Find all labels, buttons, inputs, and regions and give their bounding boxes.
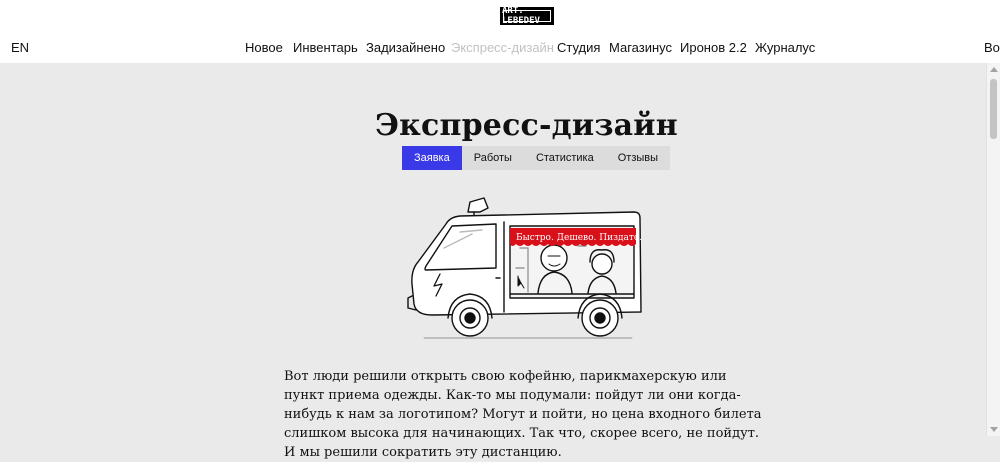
tab-request[interactable]: Заявка [402,146,462,170]
main-nav: Новое Инвентарь Задизайнено Экспресс-диз… [0,40,1000,58]
section-tabs: Заявка Работы Статистика Отзывы [402,146,671,170]
nav-item-ironov[interactable]: Иронов 2.2 [680,40,747,55]
top-navigation-bar: ART. LEBEDEV EN Новое Инвентарь Задизайн… [0,0,1000,63]
page-title: Экспресс-дизайн [375,108,678,144]
nav-item-shop[interactable]: Магазинус [609,40,672,55]
nav-item-express-design[interactable]: Экспресс-дизайн [451,40,554,55]
intro-paragraph: Вот люди решили открыть свою кофейню, па… [284,369,762,460]
login-link[interactable]: Во [984,40,1000,55]
studio-logo[interactable]: ART. LEBEDEV [500,6,554,26]
nav-item-novoe[interactable]: Новое [245,40,283,55]
tab-statistics[interactable]: Статистика [524,146,606,170]
nav-item-journal[interactable]: Журналус [755,40,815,55]
tab-works[interactable]: Работы [462,146,524,170]
express-van-illustration: Быстро. Дешево. Пиздато. [407,197,642,339]
banner-text: Быстро. Дешево. Пиздато. [516,233,642,243]
nav-item-inventory[interactable]: Инвентарь [293,40,358,55]
scroll-down-arrow-icon[interactable] [990,427,998,432]
nav-item-designed[interactable]: Задизайнено [366,40,445,55]
scroll-up-arrow-icon[interactable] [990,67,998,72]
nav-item-studio[interactable]: Студия [557,40,600,55]
tab-reviews[interactable]: Отзывы [606,146,670,170]
